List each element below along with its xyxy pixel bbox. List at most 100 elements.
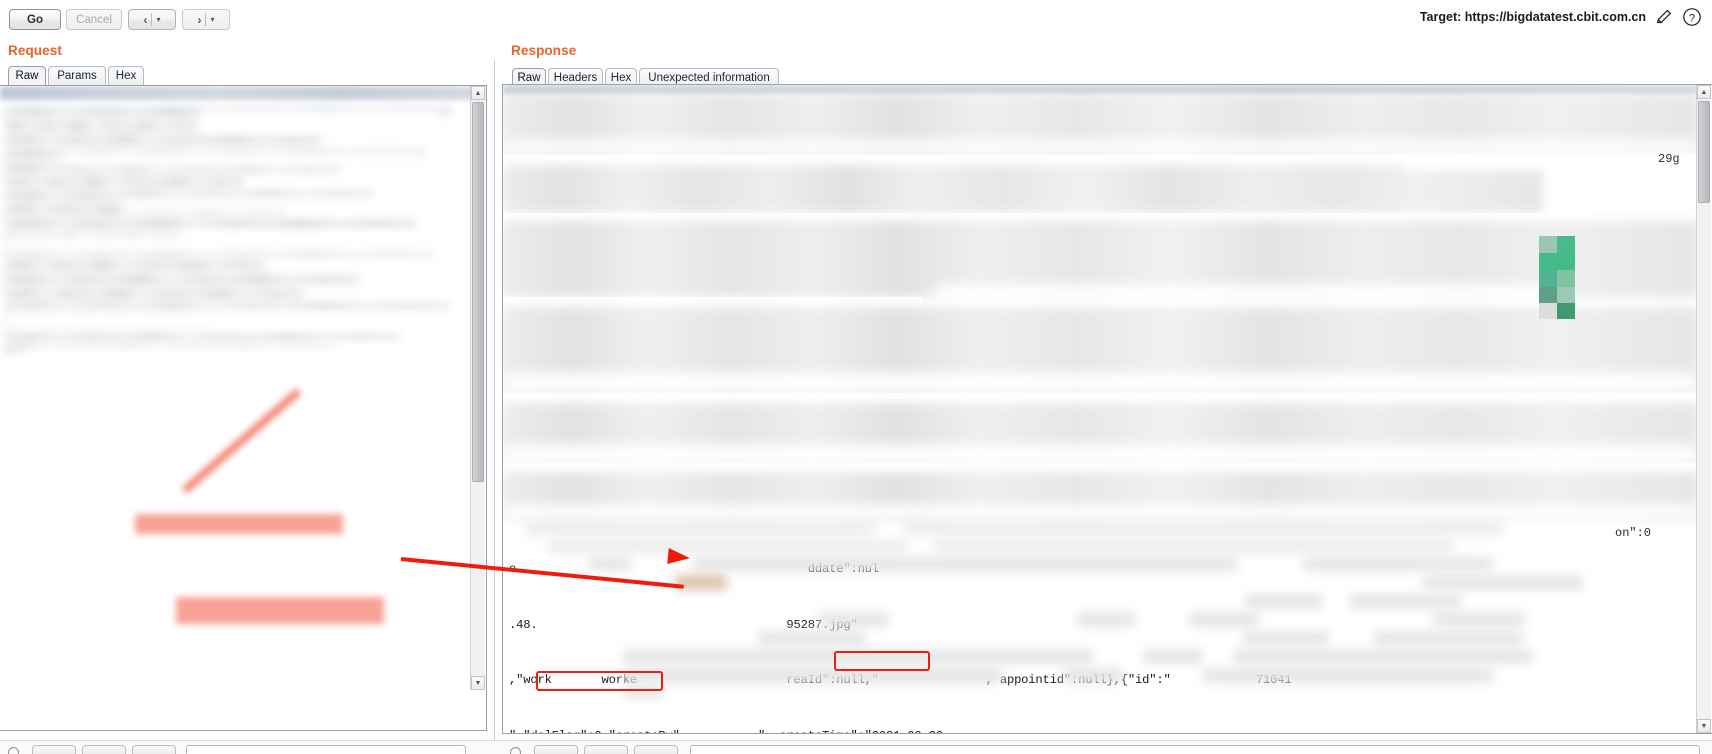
request-vertical-scrollbar[interactable]: ▲ ▼ [470,86,485,690]
redaction-patch [758,631,866,646]
mask-bubble [0,311,470,331]
previous-request-button[interactable]: ‹ ▾ [128,9,176,30]
cancel-button[interactable]: Cancel [66,9,122,30]
bottom-search-field-right[interactable] [690,745,1700,754]
annotation-box-name-value [834,651,930,671]
bottom-button-6[interactable] [634,745,678,754]
accent-square-teal [1557,287,1575,303]
redaction-patch [1349,594,1461,609]
annotation-underline-2 [176,597,384,624]
request-tab-hex[interactable]: Hex [108,66,144,85]
redaction-patch [589,557,631,571]
request-whitespace [0,646,470,730]
scrollbar-thumb[interactable] [1698,101,1710,203]
mask-bubble [120,198,420,212]
tab-label: Raw [517,72,541,84]
mask-bubble [62,152,422,166]
redaction-patch [1143,649,1203,664]
accent-square-teal [1539,236,1557,253]
redaction-patch [693,557,1238,571]
bottom-button-4[interactable] [534,745,578,754]
mask-bubble [0,236,440,252]
button-separator [205,13,207,26]
redaction-patch [525,521,875,536]
svg-text:?: ? [1689,12,1695,24]
redaction-patch [1373,631,1523,646]
top-toolbar: Go Cancel ‹ ▾ › ▾ Target: https://bigdat… [0,0,1712,34]
search-icon[interactable] [8,747,19,754]
redaction-patch [1189,612,1259,627]
tab-label: Headers [553,72,598,84]
mask-bubble [503,505,1698,519]
request-panel: ▲ ▼ [0,85,487,731]
request-panel-title: Request [8,43,62,58]
accent-square-teal [1539,253,1575,270]
accent-square-teal [1539,303,1557,319]
mask-bubble [933,285,1563,301]
response-panel-title: Response [511,43,577,58]
redaction-patch [548,539,908,554]
request-tab-raw[interactable]: Raw [8,66,46,85]
cancel-button-label: Cancel [76,13,112,26]
redaction-patch [903,521,1503,536]
scroll-down-arrow-icon[interactable]: ▼ [1697,719,1711,733]
scrollbar-thumb[interactable] [472,102,484,482]
redaction-patch [1303,557,1493,571]
bottom-button-3[interactable] [132,745,176,754]
response-header-band [503,85,1698,95]
redaction-patch [1423,575,1583,590]
target-area: Target: https://bigdatatest.cbit.com.cn … [1420,7,1702,27]
go-button-label: Go [27,13,43,26]
scroll-up-arrow-icon[interactable]: ▲ [471,86,485,100]
annotation-underline-1 [135,514,343,534]
redaction-patch [623,668,1003,683]
tab-label: Hex [115,70,137,82]
redaction-patch [1433,612,1525,627]
pencil-icon[interactable] [1654,7,1674,27]
request-body[interactable]: ▲ ▼ [0,86,486,730]
response-vertical-scrollbar[interactable]: ▲ ▼ [1696,85,1711,733]
request-tabstrip: Raw Params Hex [8,66,468,85]
response-body[interactable]: 29g on″:0 e. ddate″:nul .48. [503,85,1712,733]
mask-bubble [200,110,440,130]
tab-label: Hex [610,72,632,84]
accent-square-teal [1557,303,1575,319]
request-tab-params[interactable]: Params [48,66,106,85]
bottom-button-2[interactable] [82,745,126,754]
accent-square-teal [1557,236,1575,253]
scroll-down-arrow-icon[interactable]: ▼ [471,676,485,690]
partial-text-top: 29g [1658,152,1680,166]
search-icon[interactable] [510,747,521,754]
bottom-button-5[interactable] [584,745,628,754]
tab-label: Params [57,70,97,82]
redaction-patch [933,539,1453,554]
next-request-button[interactable]: › ▾ [182,9,230,30]
panel-splitter[interactable] [494,60,495,754]
accent-square-teal [1539,270,1557,287]
redaction-patch [1233,649,1533,664]
chevron-right-icon: › [197,12,202,27]
accent-square-teal [1539,287,1557,303]
redaction-patch [1063,668,1123,683]
target-label: Target: https://bigdatatest.cbit.com.cn [1419,10,1646,24]
scroll-up-arrow-icon[interactable]: ▲ [1697,85,1711,99]
question-mark-icon[interactable]: ? [1682,7,1702,27]
annotation-arrow-head [667,548,691,567]
mask-bubble [503,140,1698,152]
json-line: ″,″delFlag″:0,″createBy″ ″, createTime″:… [509,727,1709,734]
accent-square-teal [1557,270,1575,287]
redaction-patch [819,612,889,627]
chevron-left-icon: ‹ [143,12,148,27]
bottom-toolbar [0,740,1712,754]
response-panel: 29g on″:0 e. ddate″:nul .48. [502,84,1712,734]
burp-repeater-window: Go Cancel ‹ ▾ › ▾ Target: https://bigdat… [0,0,1712,754]
bottom-search-field-left[interactable] [186,745,466,754]
redaction-patch [1245,594,1323,609]
bottom-button-1[interactable] [32,745,76,754]
redaction-patch [1203,668,1493,683]
chevron-down-icon: ▾ [210,14,215,24]
button-separator [151,13,153,26]
mask-bubble [503,445,1698,463]
redaction-patch [1077,612,1135,627]
go-button[interactable]: Go [9,9,61,30]
